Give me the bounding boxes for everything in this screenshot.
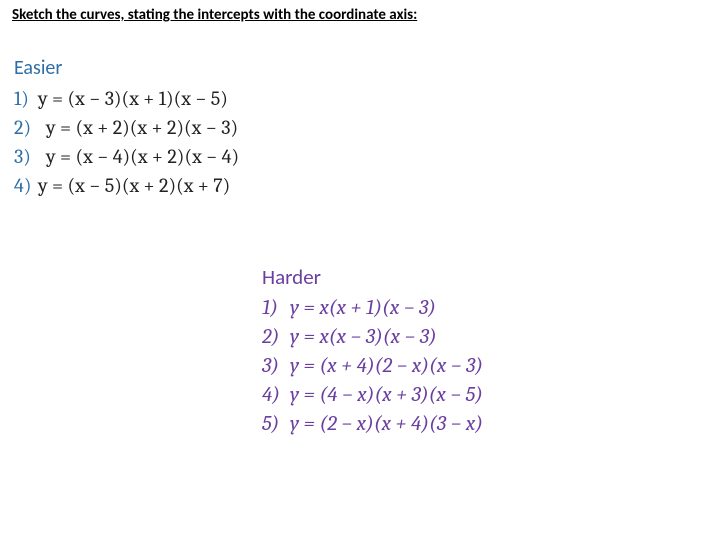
item-index: 3) bbox=[14, 142, 38, 171]
harder-title: Harder bbox=[262, 264, 483, 290]
instruction-heading: Sketch the curves, stating the intercept… bbox=[12, 6, 417, 24]
item-equation: y = x(x − 3)(x − 3) bbox=[290, 323, 437, 352]
harder-item: 2) y = x(x − 3)(x − 3) bbox=[262, 323, 483, 352]
easier-item: 3) y = (x − 4)(x + 2)(x − 4) bbox=[14, 142, 239, 171]
item-equation: y = (x − 4)(x + 2)(x − 4) bbox=[46, 142, 239, 171]
item-equation: y = (x + 4)(2 − x)(x − 3) bbox=[290, 352, 483, 381]
item-index: 1) bbox=[14, 84, 38, 113]
harder-item: 5) y = (2 − x)(x + 4)(3 − x) bbox=[262, 410, 483, 439]
easier-item: 4) y = (x − 5)(x + 2)(x + 7) bbox=[14, 171, 239, 200]
easier-title: Easier bbox=[14, 56, 239, 80]
item-equation: y = (4 − x)(x + 3)(x − 5) bbox=[290, 381, 483, 410]
item-equation: y = (x + 2)(x + 2)(x − 3) bbox=[46, 113, 238, 142]
item-equation: y = x(x + 1)(x − 3) bbox=[290, 294, 436, 323]
page: Sketch the curves, stating the intercept… bbox=[0, 0, 720, 540]
easier-item: 1) y = (x − 3)(x + 1)(x − 5) bbox=[14, 84, 239, 113]
item-index: 4) bbox=[262, 381, 290, 410]
easier-section: Easier 1) y = (x − 3)(x + 1)(x − 5) 2) y… bbox=[14, 56, 239, 200]
item-equation: y = (x − 3)(x + 1)(x − 5) bbox=[38, 84, 228, 113]
harder-item: 1) y = x(x + 1)(x − 3) bbox=[262, 294, 483, 323]
item-equation: y = (2 − x)(x + 4)(3 − x) bbox=[290, 410, 483, 439]
item-index: 2) bbox=[14, 113, 38, 142]
harder-item: 3) y = (x + 4)(2 − x)(x − 3) bbox=[262, 352, 483, 381]
item-index: 2) bbox=[262, 323, 290, 352]
item-index: 3) bbox=[262, 352, 290, 381]
harder-item: 4) y = (4 − x)(x + 3)(x − 5) bbox=[262, 381, 483, 410]
item-index: 4) bbox=[14, 171, 38, 200]
item-equation: y = (x − 5)(x + 2)(x + 7) bbox=[38, 171, 230, 200]
harder-section: Harder 1) y = x(x + 1)(x − 3) 2) y = x(x… bbox=[262, 264, 483, 439]
easier-item: 2) y = (x + 2)(x + 2)(x − 3) bbox=[14, 113, 239, 142]
item-index: 1) bbox=[262, 294, 290, 323]
item-index: 5) bbox=[262, 410, 290, 439]
